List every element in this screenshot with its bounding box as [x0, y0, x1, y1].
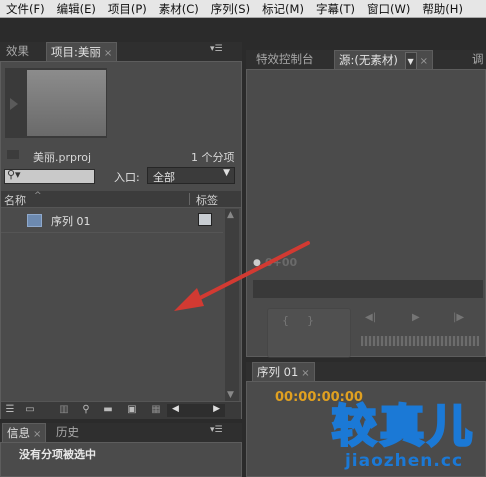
watermark-en: jiaozhen.cc	[344, 451, 464, 471]
arrow-head	[174, 288, 204, 311]
watermark-cn: 较真儿	[331, 401, 476, 452]
watermark: 较真儿 jiaozhen.cc	[331, 401, 476, 471]
arrow-shaft	[190, 241, 310, 304]
